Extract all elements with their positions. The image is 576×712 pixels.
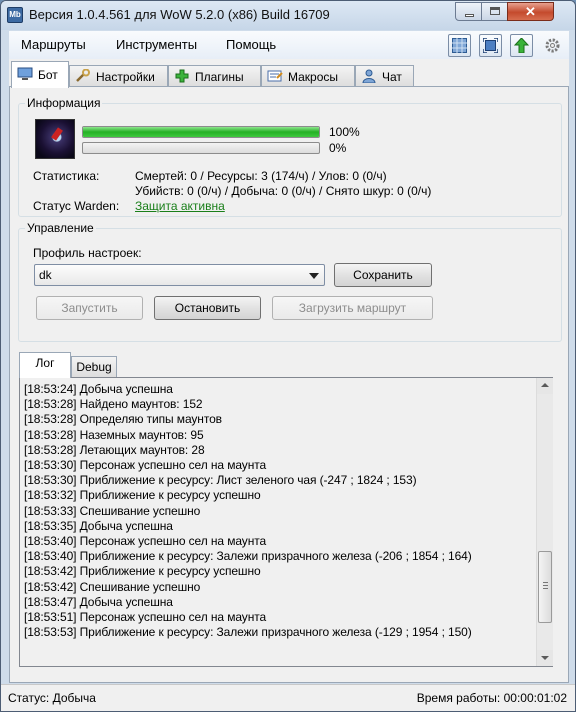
arrow-up-icon xyxy=(514,38,529,53)
log-line: [18:53:32] Приближение к ресурсу успешно xyxy=(24,488,261,503)
grip-line xyxy=(543,588,548,589)
health-progress-fill xyxy=(83,127,319,137)
tab-chat[interactable]: Чат xyxy=(355,65,414,87)
profile-select[interactable]: dk xyxy=(34,264,325,286)
stats-label: Статистика: xyxy=(33,169,100,183)
menu-help[interactable]: Помощь xyxy=(226,37,276,52)
profile-select-value: dk xyxy=(39,268,52,282)
log-line: [18:53:28] Найдено маунтов: 152 xyxy=(24,397,203,412)
window-title: Версия 1.0.4.561 для WoW 5.2.0 (x86) Bui… xyxy=(29,7,330,22)
tab-label: Чат xyxy=(382,70,402,84)
load-route-button[interactable]: Загрузить маршрут xyxy=(272,296,433,320)
log-line: [18:53:33] Спешивание успешно xyxy=(24,503,201,518)
update-button[interactable] xyxy=(510,34,533,57)
grip-line xyxy=(543,585,548,586)
tab-bot[interactable]: Бот xyxy=(11,61,69,88)
tab-bar: Бот Настройки Плагины Макросы Чат xyxy=(9,59,569,88)
wrench-icon xyxy=(76,69,90,82)
log-line: [18:53:40] Персонаж успешно сел на маунт… xyxy=(24,534,267,548)
info-group-title: Информация xyxy=(25,96,103,110)
chevron-down-icon xyxy=(309,273,319,279)
log-line: [18:53:28] Летающих маунтов: 28 xyxy=(24,442,205,457)
grip-line xyxy=(543,582,548,583)
scroll-up-icon[interactable] xyxy=(537,378,553,394)
log-line: [18:53:42] Спешивание успешно xyxy=(24,579,201,594)
scroll-thumb[interactable] xyxy=(538,551,552,623)
character-avatar xyxy=(35,119,75,159)
log-line: [18:53:30] Приближение к ресурсу: Лист з… xyxy=(24,473,417,488)
tab-macros[interactable]: Макросы xyxy=(261,65,355,87)
grid-button[interactable] xyxy=(448,34,471,57)
tab-settings[interactable]: Настройки xyxy=(69,65,168,87)
start-button[interactable]: Запустить xyxy=(36,296,143,320)
plus-icon xyxy=(175,69,189,83)
uptime-text: Время работы: 00:00:01:02 xyxy=(416,691,567,705)
log-line: [18:53:24] Добыча успешна xyxy=(24,382,173,396)
log-line: [18:53:42] Приближение к ресурсу успешно xyxy=(24,564,261,579)
tab-label: Плагины xyxy=(195,70,244,84)
fullscreen-icon xyxy=(483,38,498,53)
health-percent: 100% xyxy=(329,125,360,139)
tab-log[interactable]: Лог xyxy=(19,352,71,378)
stop-button[interactable]: Остановить xyxy=(154,296,261,320)
menu-bar: Маршруты Инструменты Помощь xyxy=(9,31,569,59)
status-bar: Статус: Добыча Время работы: 00:00:01:02 xyxy=(1,684,575,711)
tab-label: Настройки xyxy=(96,70,155,84)
log-view[interactable]: [18:53:24] Добыча успешна [18:53:28] Найд… xyxy=(19,377,553,667)
close-icon: ✕ xyxy=(525,4,536,19)
status-text: Статус: Добыча xyxy=(8,691,96,705)
fullscreen-button[interactable] xyxy=(479,34,502,57)
log-scrollbar[interactable] xyxy=(536,378,553,666)
bot-tab-panel: Информация 100% 0% Статистика: Смертей: … xyxy=(9,86,569,683)
tab-label: Макросы xyxy=(288,70,339,84)
log-line: [18:53:30] Персонаж успешно сел на маунт… xyxy=(24,458,267,472)
stats-line-1: Смертей: 0 / Ресурсы: 3 (174/ч) / Улов: … xyxy=(135,169,387,183)
log-line: [18:53:28] Определяю типы маунтов xyxy=(24,412,222,427)
monitor-icon xyxy=(17,67,33,80)
maximize-button[interactable] xyxy=(481,2,508,21)
grid-icon xyxy=(452,38,467,53)
health-progress-bar xyxy=(82,126,320,138)
main-window: Mb Версия 1.0.4.561 для WoW 5.2.0 (x86) … xyxy=(0,0,576,712)
info-group: Информация 100% 0% Статистика: Смертей: … xyxy=(18,96,562,217)
menu-tools[interactable]: Инструменты xyxy=(116,37,197,52)
close-button[interactable]: ✕ xyxy=(507,2,554,21)
menu-routes[interactable]: Маршруты xyxy=(21,37,86,52)
settings-button[interactable] xyxy=(541,34,564,57)
tab-debug[interactable]: Debug xyxy=(71,356,117,378)
macro-icon xyxy=(267,70,283,82)
log-line: [18:53:28] Наземных маунтов: 95 xyxy=(24,427,204,442)
log-line: [18:53:53] Приближение к ресурсу: Залежи… xyxy=(24,625,472,640)
warden-label: Статус Warden: xyxy=(33,199,120,213)
stats-line-2: Убийств: 0 (0/ч) / Добыча: 0 (0/ч) / Сня… xyxy=(135,184,432,198)
user-icon xyxy=(362,69,376,83)
power-progress-bar xyxy=(82,142,320,154)
control-group: Управление Профиль настроек: dk Сохранит… xyxy=(18,221,562,342)
log-line: [18:53:51] Персонаж успешно сел на маунт… xyxy=(24,610,267,624)
title-bar[interactable]: Mb Версия 1.0.4.561 для WoW 5.2.0 (x86) … xyxy=(1,1,575,30)
maximize-icon xyxy=(490,7,500,15)
minimize-button[interactable] xyxy=(455,2,482,21)
log-line: [18:53:35] Добыча успешна xyxy=(24,518,173,533)
log-line: [18:53:47] Добыча успешна xyxy=(24,594,173,609)
save-profile-button[interactable]: Сохранить xyxy=(334,263,432,287)
gear-icon xyxy=(545,38,560,53)
scroll-down-icon[interactable] xyxy=(537,650,553,666)
log-line: [18:53:40] Приближение к ресурсу: Залежи… xyxy=(24,549,472,564)
tab-plugins[interactable]: Плагины xyxy=(168,65,261,87)
warden-status-link[interactable]: Защита активна xyxy=(135,199,225,213)
app-icon: Mb xyxy=(7,7,23,23)
minimize-icon xyxy=(465,14,474,17)
control-group-title: Управление xyxy=(25,221,96,235)
tab-label: Бот xyxy=(38,68,58,82)
profile-label: Профиль настроек: xyxy=(33,246,142,260)
power-percent: 0% xyxy=(329,141,347,155)
